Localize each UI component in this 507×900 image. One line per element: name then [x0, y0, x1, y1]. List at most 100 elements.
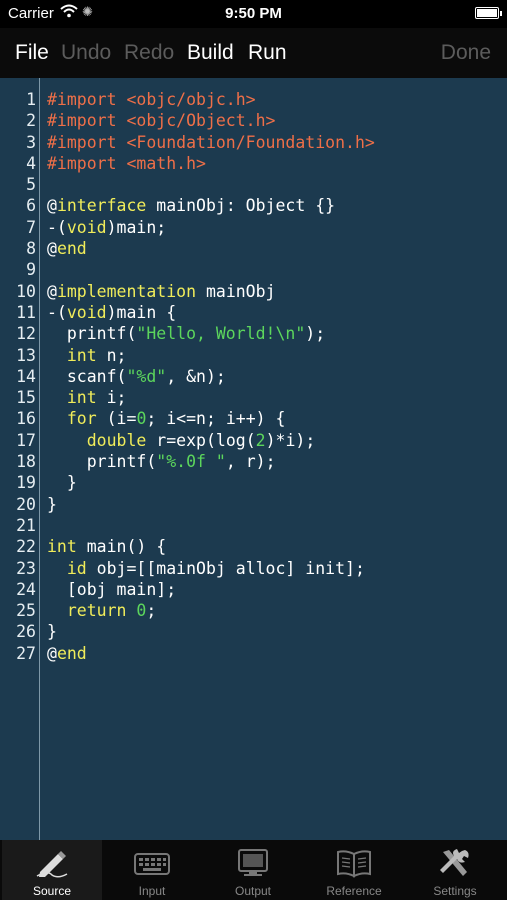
code-line[interactable]: 26}	[0, 621, 507, 642]
code-token-string: "%d"	[126, 366, 167, 386]
code-token-keyword: int	[66, 345, 97, 365]
code-line[interactable]: 20}	[0, 494, 507, 515]
code-line[interactable]: 15 int i;	[0, 387, 507, 408]
code-token-plain: }	[47, 494, 57, 514]
code-token-plain: -(	[47, 217, 67, 237]
code-token-keyword: implementation	[56, 281, 197, 301]
code-text: #import <objc/objc.h>	[47, 89, 256, 110]
tab-reference[interactable]: Reference	[304, 840, 404, 900]
code-line[interactable]: 16 for (i=0; i<=n; i++) {	[0, 408, 507, 429]
code-text: id obj=[[mainObj alloc] init];	[47, 558, 365, 579]
tab-settings[interactable]: Settings	[405, 840, 505, 900]
code-line[interactable]: 14 scanf("%d", &n);	[0, 366, 507, 387]
code-token-plain: )main;	[106, 217, 167, 237]
code-text: -(void)main {	[47, 302, 176, 323]
code-line[interactable]: 12 printf("Hello, World!\n");	[0, 323, 507, 344]
build-button[interactable]: Build	[187, 41, 234, 65]
code-line[interactable]: 25 return 0;	[0, 600, 507, 621]
code-line[interactable]: 7 -(void)main;	[0, 217, 507, 238]
monitor-icon	[235, 848, 271, 878]
code-token-plain: i;	[96, 388, 127, 408]
code-text: #import <math.h>	[47, 153, 206, 174]
run-button[interactable]: Run	[248, 41, 287, 65]
code-line[interactable]: 11 -(void)main {	[0, 302, 507, 323]
code-token-keyword: int	[66, 388, 97, 408]
line-number: 11	[16, 302, 36, 322]
code-text: }	[47, 621, 57, 642]
code-line[interactable]: 27 @end	[0, 643, 507, 664]
code-line[interactable]: 6 @interface mainObj: Object {}	[0, 195, 507, 216]
file-button[interactable]: File	[15, 41, 49, 65]
code-line[interactable]: 2 #import <objc/Object.h>	[0, 110, 507, 131]
line-number: 19	[16, 473, 36, 493]
code-token-plain: (i=	[96, 409, 137, 429]
tab-output[interactable]: Output	[203, 840, 303, 900]
undo-button[interactable]: Undo	[61, 41, 111, 65]
line-number: 13	[16, 345, 36, 365]
code-token-plain: @	[47, 643, 57, 663]
code-text: }	[47, 494, 57, 515]
tab-source[interactable]: Source	[2, 840, 102, 900]
code-line[interactable]: 9	[0, 259, 507, 280]
code-line[interactable]: 5	[0, 174, 507, 195]
code-token-string: "%.0f "	[156, 452, 226, 472]
code-token-keyword: void	[66, 302, 107, 322]
code-token-preprocessor: #import <Foundation/Foundation.h>	[47, 132, 375, 152]
code-line[interactable]: 21	[0, 515, 507, 536]
book-icon	[336, 848, 372, 878]
code-line[interactable]: 18 printf("%.0f ", r);	[0, 451, 507, 472]
line-number: 4	[26, 153, 36, 173]
line-number: 26	[16, 622, 36, 642]
line-number: 5	[26, 175, 36, 195]
code-editor[interactable]: 1 #import <objc/objc.h> 2 #import <objc/Obj…	[0, 78, 507, 840]
tab-bar: Source Input Output Reference Settings	[0, 840, 507, 900]
code-line[interactable]: 19 }	[0, 472, 507, 493]
keyboard-icon	[134, 848, 170, 878]
code-token-plain: @	[47, 281, 57, 301]
code-token-preprocessor: #import <objc/Object.h>	[47, 111, 276, 131]
code-token-plain: main() {	[76, 537, 167, 557]
code-text: #import <objc/Object.h>	[47, 110, 275, 131]
code-line[interactable]: 3 #import <Foundation/Foundation.h>	[0, 132, 507, 153]
redo-button[interactable]: Redo	[124, 41, 174, 65]
code-text: @end	[47, 238, 87, 259]
code-token-plain: mainObj: Object {}	[146, 196, 336, 216]
code-text: #import <Foundation/Foundation.h>	[47, 132, 375, 153]
code-text: return 0;	[47, 600, 156, 621]
line-number: 18	[16, 452, 36, 472]
code-line[interactable]: 23 id obj=[[mainObj alloc] init];	[0, 558, 507, 579]
done-button[interactable]: Done	[441, 41, 491, 65]
code-token-plain: , &n);	[166, 366, 226, 386]
line-number: 9	[26, 260, 36, 280]
code-token-keyword: id	[66, 558, 87, 578]
line-number: 25	[16, 601, 36, 621]
code-line[interactable]: 13 int n;	[0, 345, 507, 366]
code-token-plain: -(	[47, 302, 67, 322]
line-number: 20	[16, 494, 36, 514]
code-line[interactable]: 10 @implementation mainObj	[0, 281, 507, 302]
code-line[interactable]: 22 int main() {	[0, 536, 507, 557]
code-token-keyword: interface	[56, 196, 147, 216]
line-number: 2	[26, 111, 36, 131]
code-text: [obj main];	[47, 579, 176, 600]
code-line[interactable]: 24 [obj main];	[0, 579, 507, 600]
code-token-keyword: void	[66, 217, 107, 237]
toolbar: File Undo Redo Build Run Done	[0, 28, 507, 78]
code-token-keyword: double	[86, 430, 147, 450]
code-token-plain: );	[305, 324, 326, 344]
line-number: 15	[16, 388, 36, 408]
code-token-number: 0	[136, 601, 147, 621]
line-number: 6	[26, 196, 36, 216]
tab-label: Output	[234, 884, 272, 898]
code-line[interactable]: 17 double r=exp(log(2)*i);	[0, 430, 507, 451]
code-text: scanf("%d", &n);	[47, 366, 226, 387]
code-token-plain: @	[47, 196, 57, 216]
code-token-plain: scanf(	[47, 366, 127, 386]
code-line[interactable]: 1 #import <objc/objc.h>	[0, 89, 507, 110]
code-line[interactable]: 8 @end	[0, 238, 507, 259]
tab-input[interactable]: Input	[102, 840, 202, 900]
code-line[interactable]: 4 #import <math.h>	[0, 153, 507, 174]
code-token-plain: }	[47, 473, 77, 493]
